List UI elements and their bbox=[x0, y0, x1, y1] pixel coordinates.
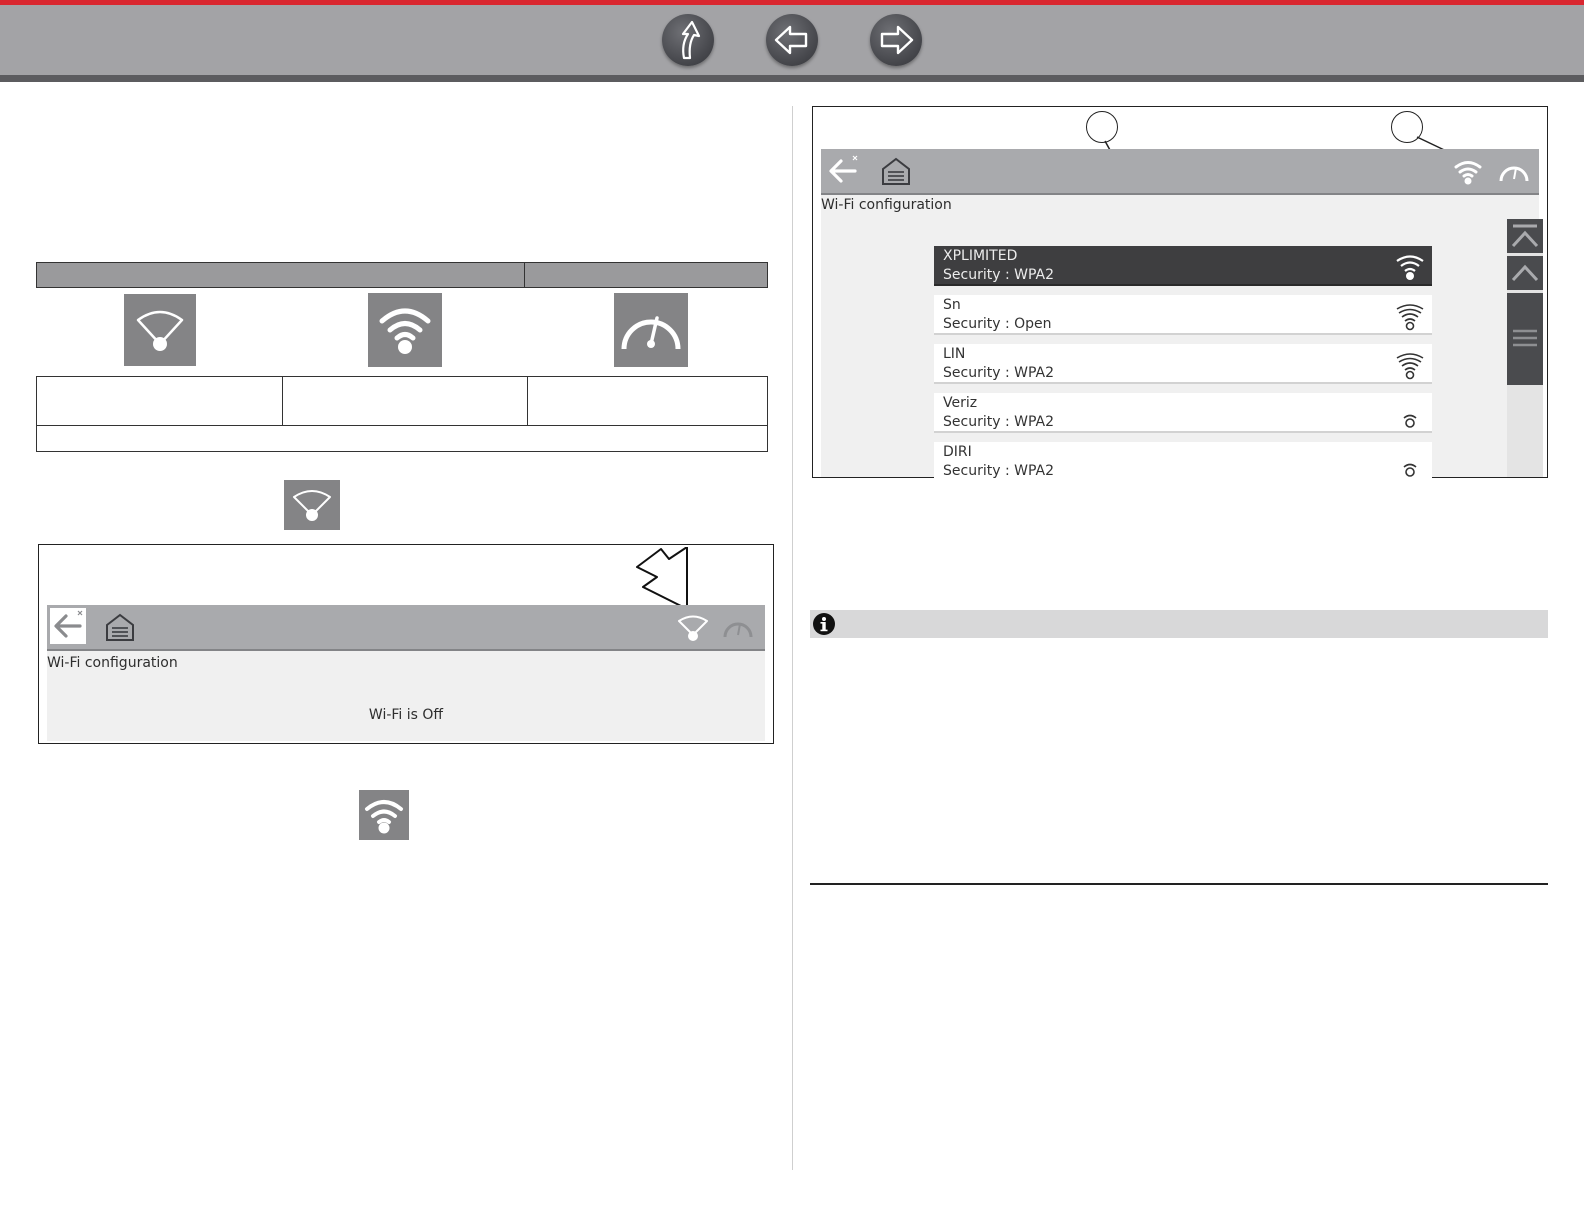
top-bottom-line bbox=[0, 75, 1584, 82]
network-row-xplimited[interactable]: XPLIMITED Security : WPA2 bbox=[934, 246, 1432, 286]
signal-strong-icon bbox=[1396, 255, 1424, 280]
screen-title: Wi-Fi configuration bbox=[821, 197, 952, 213]
wifi-connected-icon bbox=[1454, 161, 1482, 185]
grip-icon bbox=[1513, 329, 1537, 347]
wifi-off-tile bbox=[124, 294, 196, 366]
home-icon bbox=[882, 157, 910, 185]
network-row-diri[interactable]: DIRI Security : WPA2 bbox=[934, 442, 1432, 479]
wifi-connected-tile bbox=[368, 293, 442, 367]
back-button[interactable] bbox=[50, 608, 86, 644]
scrollbar[interactable] bbox=[1507, 219, 1543, 477]
network-security: Security : WPA2 bbox=[943, 267, 1054, 283]
home-button[interactable] bbox=[103, 611, 137, 643]
chevron-up-icon bbox=[1511, 264, 1539, 282]
status-table-body bbox=[36, 376, 768, 452]
wifi-off-icon bbox=[136, 310, 184, 351]
network-security: Security : WPA2 bbox=[943, 414, 1054, 430]
scroll-thumb[interactable] bbox=[1507, 293, 1543, 385]
signal-weak-icon bbox=[1403, 463, 1417, 477]
wifi-off-icon bbox=[678, 615, 708, 641]
network-security: Security : WPA2 bbox=[943, 365, 1054, 381]
left-arrow-icon bbox=[774, 25, 808, 55]
right-arrow-icon bbox=[880, 25, 914, 55]
forward-button[interactable] bbox=[870, 14, 922, 66]
network-name: LIN bbox=[943, 346, 966, 362]
data-meter-tile bbox=[614, 293, 688, 367]
inline-wifi-off-tile bbox=[284, 480, 340, 530]
device-toolbar bbox=[821, 149, 1539, 195]
top-accent-line bbox=[0, 0, 1584, 5]
data-meter-icon bbox=[1499, 166, 1529, 182]
wifi-status-button[interactable] bbox=[1451, 155, 1485, 187]
data-meter-icon bbox=[621, 316, 681, 350]
network-row-sn[interactable]: Sn Security : Open bbox=[934, 295, 1432, 335]
back-button[interactable] bbox=[825, 153, 861, 189]
note-bar bbox=[810, 610, 1548, 638]
signal-weak-icon bbox=[1403, 414, 1417, 428]
screen-title: Wi-Fi configuration bbox=[47, 655, 178, 671]
network-name: Veriz bbox=[943, 395, 978, 411]
network-row-lin[interactable]: LIN Security : WPA2 bbox=[934, 344, 1432, 384]
wifi-connected-icon bbox=[379, 308, 431, 354]
wifi-off-message: Wi-Fi is Off bbox=[368, 707, 444, 723]
device-body: Wi-Fi configuration bbox=[821, 195, 1543, 477]
signal-strong-icon bbox=[1396, 304, 1424, 331]
column-divider bbox=[792, 106, 793, 1170]
network-security: Security : Open bbox=[943, 316, 1052, 332]
status-table-header bbox=[36, 262, 768, 288]
home-icon bbox=[106, 613, 134, 641]
back-button[interactable] bbox=[766, 14, 818, 66]
device-body: Wi-Fi configuration Wi-Fi is Off bbox=[47, 651, 765, 741]
data-meter-button[interactable] bbox=[721, 613, 755, 641]
scroll-up-button[interactable] bbox=[1507, 256, 1543, 290]
data-meter-button[interactable] bbox=[1497, 157, 1531, 185]
back-arrow-icon bbox=[829, 155, 858, 183]
inline-wifi-connected-tile bbox=[359, 790, 409, 840]
wifi-off-screenshot: Wi-Fi configuration Wi-Fi is Off bbox=[38, 544, 774, 744]
top-nav-bar bbox=[0, 0, 1584, 82]
scroll-to-top-icon bbox=[1511, 224, 1539, 248]
section-rule bbox=[810, 883, 1548, 885]
up-button[interactable] bbox=[662, 14, 714, 66]
wifi-connected-icon bbox=[365, 800, 403, 834]
network-name: DIRI bbox=[943, 444, 972, 460]
up-arrow-icon bbox=[681, 20, 701, 60]
network-row-veriz[interactable]: Veriz Security : WPA2 bbox=[934, 393, 1432, 433]
pointer-arrow-icon bbox=[636, 547, 688, 610]
back-arrow-icon bbox=[54, 610, 83, 638]
data-meter-icon bbox=[723, 622, 753, 638]
scroll-top-button[interactable] bbox=[1507, 219, 1543, 253]
network-name: Sn bbox=[943, 297, 961, 313]
device-toolbar bbox=[47, 605, 765, 651]
wifi-off-icon bbox=[293, 490, 331, 521]
network-security: Security : WPA2 bbox=[943, 463, 1054, 479]
info-icon bbox=[813, 613, 835, 635]
signal-strong-icon bbox=[1396, 353, 1424, 380]
home-button[interactable] bbox=[879, 155, 913, 187]
network-name: XPLIMITED bbox=[943, 248, 1018, 264]
wifi-status-button[interactable] bbox=[675, 611, 711, 643]
